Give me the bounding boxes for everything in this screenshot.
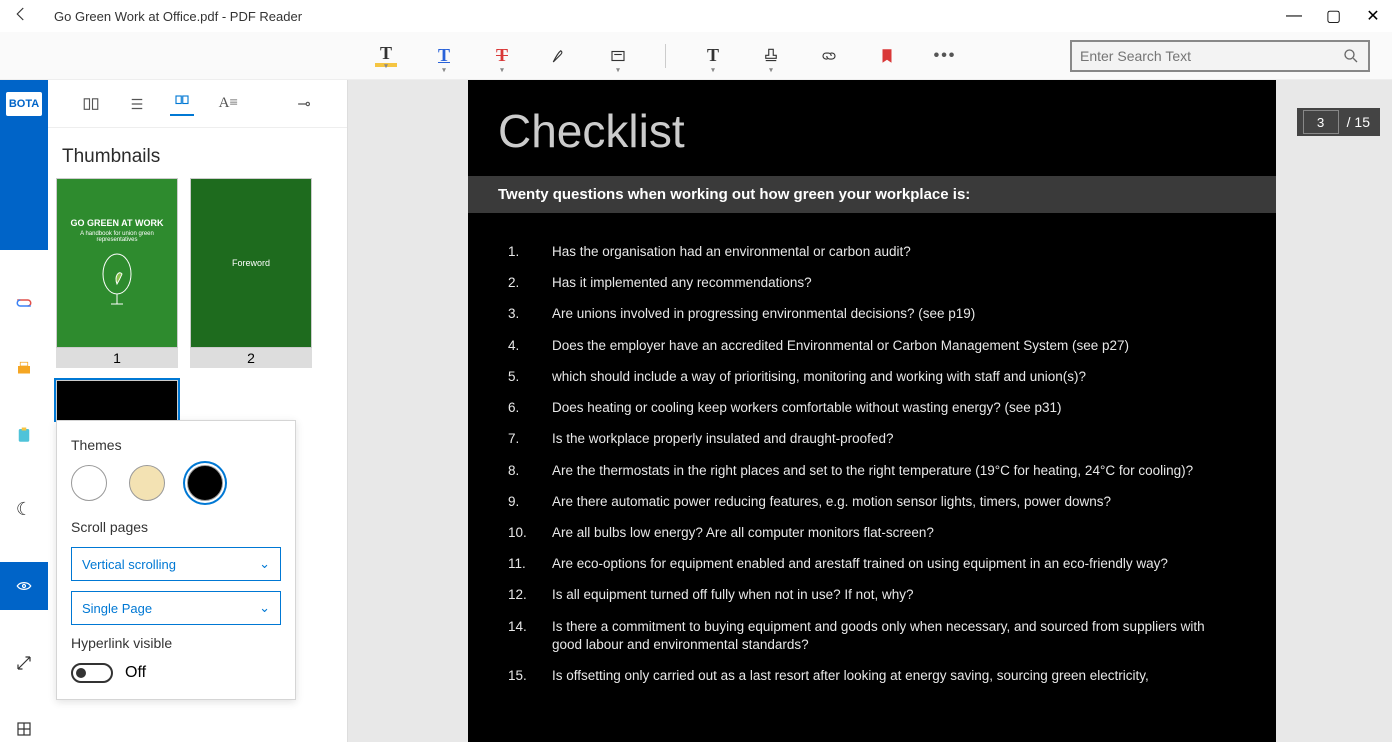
checklist-item: 3.Are unions involved in progressing env…	[508, 305, 1236, 323]
minimize-icon[interactable]: —	[1286, 7, 1300, 25]
titlebar: Go Green Work at Office.pdf - PDF Reader…	[0, 0, 1392, 32]
bookmark-tool[interactable]	[876, 45, 898, 67]
link-tool[interactable]	[818, 45, 840, 67]
checklist-item: 14. Is there a commitment to buying equi…	[508, 618, 1236, 654]
checklist-item: 11. Are eco-options for equipment enable…	[508, 555, 1236, 573]
tab-thumbnails[interactable]	[170, 92, 194, 116]
checklist-item: 4. Does the employer have an accredited …	[508, 337, 1236, 355]
panel-title: Thumbnails	[48, 128, 347, 178]
themes-label: Themes	[71, 437, 281, 453]
highlight-tool[interactable]: T▾	[375, 45, 397, 67]
search-box[interactable]	[1070, 40, 1370, 72]
maximize-icon[interactable]: ▢	[1326, 6, 1340, 26]
back-icon[interactable]	[12, 5, 36, 28]
strikethrough-tool[interactable]: T▾	[491, 45, 513, 67]
text-tool[interactable]: T▾	[702, 45, 724, 67]
doc-title: Checklist	[468, 80, 1276, 176]
thumbnail-1[interactable]: GO GREEN AT WORK A handbook for union gr…	[56, 178, 178, 368]
checklist-item: 9.Are there automatic power reducing fea…	[508, 493, 1236, 511]
checklist-item: 7.Is the workplace properly insulated an…	[508, 430, 1236, 448]
scroll-label: Scroll pages	[71, 519, 281, 535]
page-indicator: / 15	[1297, 108, 1380, 136]
fullscreen-icon[interactable]	[11, 650, 37, 676]
left-rail: BOTA ☾	[0, 80, 48, 742]
tab-annotations[interactable]: A≡	[216, 92, 240, 116]
pdf-page: Checklist Twenty questions when working …	[468, 80, 1276, 742]
clipboard-icon[interactable]	[11, 422, 37, 448]
checklist: 1.Has the organisation had an environmen…	[468, 213, 1276, 728]
note-tool[interactable]: ▾	[607, 45, 629, 67]
theme-white[interactable]	[71, 465, 107, 501]
checklist-item: 15. Is offsetting only carried out as a …	[508, 667, 1236, 685]
thumbnail-3[interactable]	[56, 380, 178, 420]
checklist-item: 1.Has the organisation had an environmen…	[508, 243, 1236, 261]
undo-redo-icon[interactable]	[11, 290, 37, 316]
side-panel: A≡ ⊸ Thumbnails GO GREEN AT WORK A handb…	[48, 80, 348, 742]
ink-tool[interactable]	[549, 45, 571, 67]
checklist-item: 2.Has it implemented any recommendations…	[508, 274, 1236, 292]
document-viewer[interactable]: Checklist Twenty questions when working …	[348, 80, 1392, 742]
view-mode-icon[interactable]	[0, 562, 48, 610]
theme-black[interactable]	[187, 465, 223, 501]
window-title: Go Green Work at Office.pdf - PDF Reader	[54, 9, 302, 24]
doc-subtitle: Twenty questions when working out how gr…	[468, 176, 1276, 213]
pin-icon[interactable]: ⊸	[292, 92, 316, 116]
hyperlink-label: Hyperlink visible	[71, 635, 281, 651]
view-settings-popup: Themes Scroll pages Vertical scrolling⌄ …	[56, 420, 296, 700]
close-icon[interactable]: ✕	[1366, 6, 1380, 26]
scroll-mode-select[interactable]: Vertical scrolling⌄	[71, 547, 281, 581]
grid-icon[interactable]	[11, 716, 37, 742]
fax-icon[interactable]	[11, 356, 37, 382]
theme-sepia[interactable]	[129, 465, 165, 501]
checklist-item: 12. Is all equipment turned off fully wh…	[508, 586, 1236, 604]
thumbnail-2[interactable]: Foreword 2	[190, 178, 312, 368]
checklist-item: 10. Are all bulbs low energy? Are all co…	[508, 524, 1236, 542]
page-number-input[interactable]	[1303, 110, 1339, 134]
toggle-state: Off	[125, 664, 146, 682]
tab-outline[interactable]	[125, 92, 149, 116]
night-icon[interactable]: ☾	[11, 496, 37, 522]
stamp-tool[interactable]: ▾	[760, 45, 782, 67]
page-mode-select[interactable]: Single Page⌄	[71, 591, 281, 625]
search-icon[interactable]	[1342, 47, 1360, 65]
toolbar: T▾ T▾ T▾ ▾ T▾ ▾ •••	[0, 32, 1392, 80]
checklist-item: 5.which should include a way of prioriti…	[508, 368, 1236, 386]
more-tool[interactable]: •••	[934, 45, 956, 67]
search-input[interactable]	[1080, 48, 1342, 64]
page-total: / 15	[1343, 114, 1380, 130]
checklist-item: 6.Does heating or cooling keep workers c…	[508, 399, 1236, 417]
hyperlink-toggle[interactable]	[71, 663, 113, 683]
checklist-item: 8. Are the thermostats in the right plac…	[508, 462, 1236, 480]
tab-bookview[interactable]	[79, 92, 103, 116]
bota-badge[interactable]: BOTA	[6, 92, 42, 116]
underline-tool[interactable]: T▾	[433, 45, 455, 67]
